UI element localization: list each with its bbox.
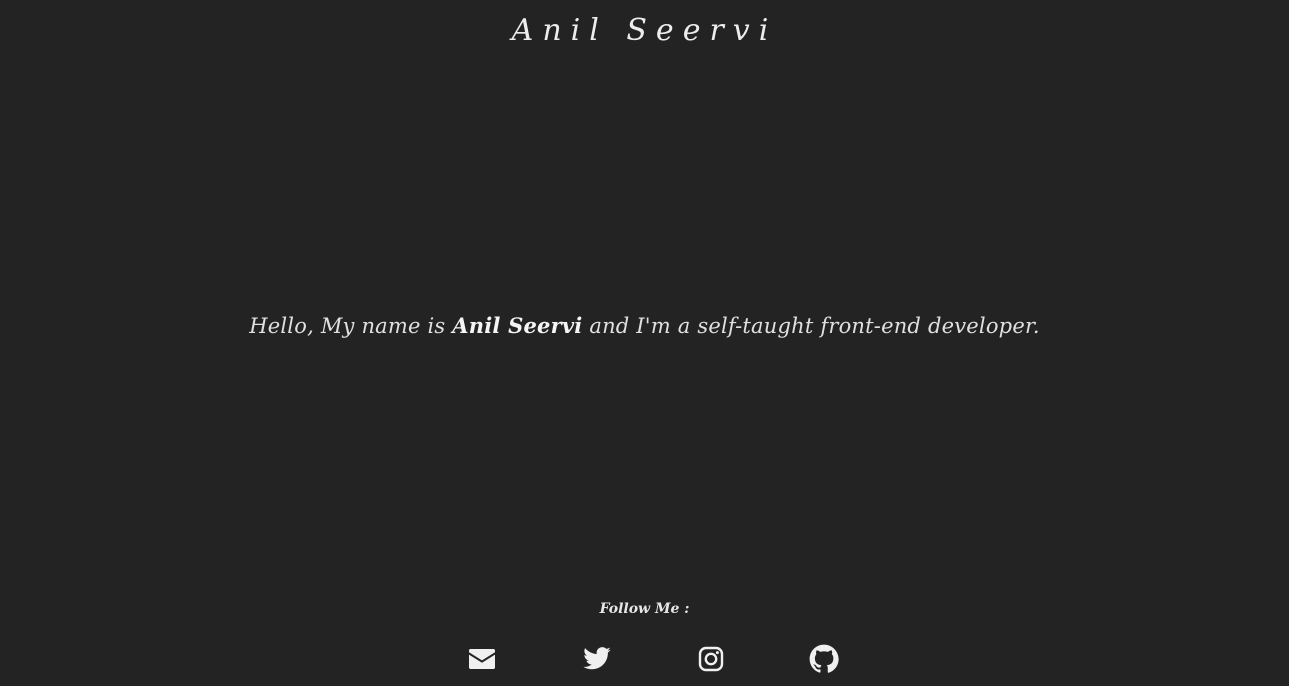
- site-title: Anil Seervi: [511, 13, 778, 48]
- twitter-link[interactable]: [582, 644, 612, 674]
- intro-suffix: and I'm a self-taught front-end develope…: [582, 314, 1040, 338]
- email-link[interactable]: [467, 644, 497, 674]
- github-icon: [809, 644, 839, 673]
- intro-name: Anil Seervi: [452, 313, 583, 338]
- github-link[interactable]: [809, 644, 839, 674]
- envelope-icon: [469, 649, 495, 669]
- instagram-link[interactable]: [696, 644, 726, 674]
- follow-label: Follow Me :: [599, 601, 690, 617]
- intro-text: Hello, My name is Anil Seervi and I'm a …: [0, 309, 1289, 343]
- twitter-icon: [583, 647, 611, 670]
- social-links: [0, 644, 1289, 674]
- instagram-icon: [698, 646, 724, 672]
- intro-prefix: Hello, My name is: [249, 314, 453, 338]
